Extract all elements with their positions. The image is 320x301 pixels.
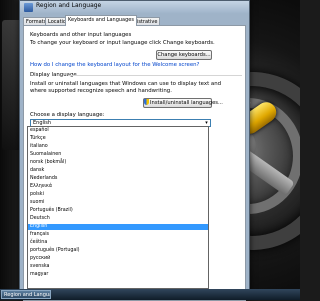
language-option[interactable]: magyar [28, 272, 208, 278]
change-keyboards-button[interactable]: Change keyboards... [156, 50, 212, 60]
language-option[interactable]: Suomalainen [28, 152, 208, 158]
display-language-dropdown-list[interactable]: español Türkçe italiano Suomalainen nors… [27, 126, 209, 289]
title-bar[interactable]: Region and Language [20, 1, 249, 14]
language-option[interactable]: suomi [28, 200, 208, 206]
window-title: Region and Language [36, 2, 102, 9]
language-option[interactable]: español [28, 128, 208, 134]
language-option[interactable]: svenska [28, 264, 208, 270]
taskbar-region-language-button[interactable]: Region and Language [1, 290, 51, 299]
language-option[interactable]: Nederlands [28, 176, 208, 182]
language-option[interactable]: Deutsch [28, 216, 208, 222]
language-option[interactable]: italiano [28, 144, 208, 150]
choose-display-language-label: Choose a display language: [30, 112, 105, 118]
taskbar: Region and Language [0, 289, 300, 300]
language-option[interactable]: čeština [28, 240, 208, 246]
language-option[interactable]: polski [28, 192, 208, 198]
language-option[interactable]: Ελληνικά [28, 184, 208, 190]
keyboards-description: To change your keyboard or input languag… [30, 40, 215, 46]
language-option[interactable]: français [28, 232, 208, 238]
language-option[interactable]: português (Portugal) [28, 248, 208, 254]
language-option[interactable]: dansk [28, 168, 208, 174]
display-language-description-2: where supported recognize speech and han… [30, 88, 172, 94]
tab-keyboards-and-languages[interactable]: Keyboards and Languages [65, 15, 137, 26]
install-uninstall-label: Install/uninstall languages... [150, 100, 223, 106]
keyboards-heading: Keyboards and other input languages [30, 32, 132, 38]
globe-icon [24, 3, 33, 12]
group-separator [68, 75, 242, 76]
install-uninstall-languages-button[interactable]: Install/uninstall languages... [143, 98, 223, 108]
language-option[interactable]: norsk (bokmål) [28, 160, 208, 166]
display-language-description-1: Install or uninstall languages that Wind… [30, 81, 222, 87]
uac-shield-icon [144, 99, 149, 105]
language-option[interactable]: Português (Brazil) [28, 208, 208, 214]
language-option[interactable]: русский [28, 256, 208, 262]
welcome-screen-keyboard-link[interactable]: How do I change the keyboard layout for … [30, 62, 199, 68]
language-option-selected[interactable]: English [28, 224, 208, 231]
language-option[interactable]: Türkçe [28, 136, 208, 142]
